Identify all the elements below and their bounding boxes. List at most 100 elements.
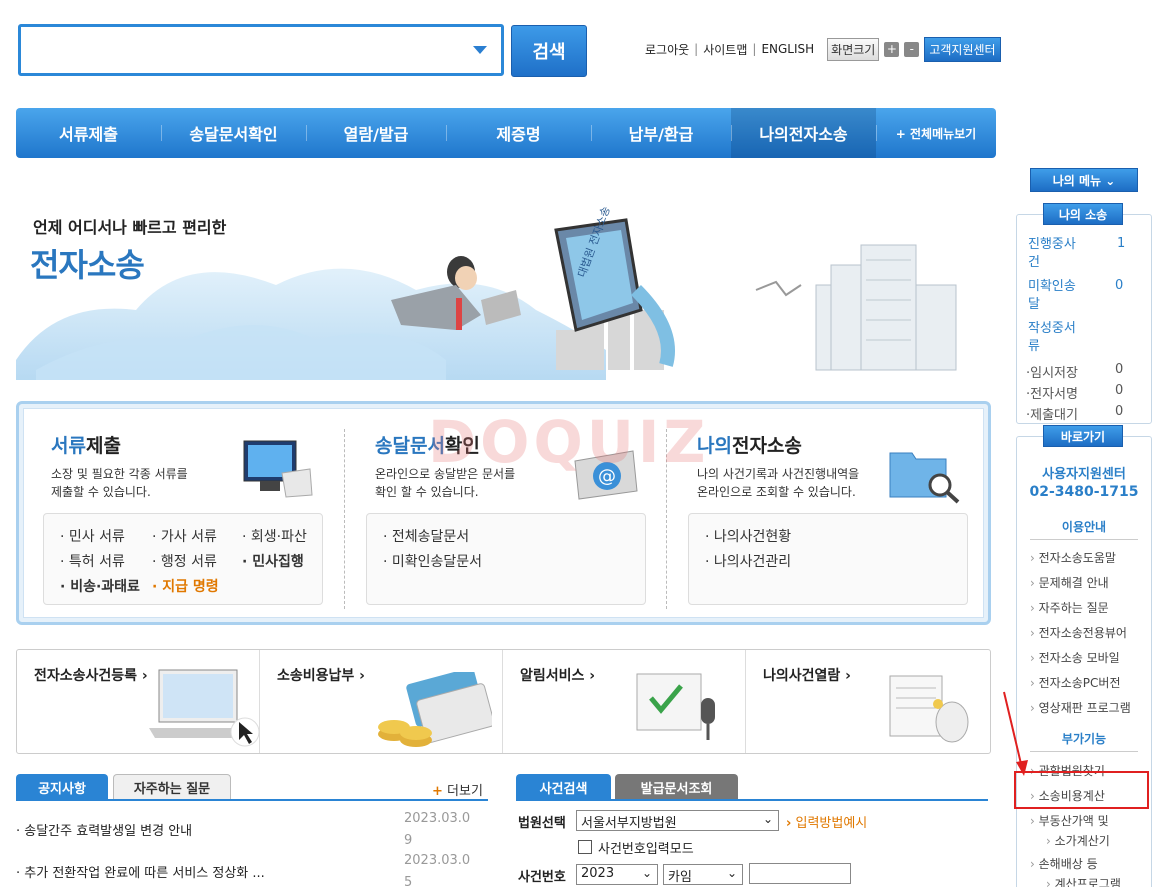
count-e-signature-value: 0 bbox=[1115, 383, 1124, 398]
service-document-submit[interactable]: 서류제출 소장 및 필요한 각종 서류를 제출할 수 있습니다. · 민사 서류… bbox=[24, 409, 345, 617]
quick-label: 전자소송사건등록 › bbox=[34, 668, 148, 684]
link-patent[interactable]: · 특허 서류 bbox=[60, 551, 125, 571]
search-input[interactable] bbox=[18, 24, 504, 76]
link-damages[interactable]: 손해배상 등 bbox=[1030, 854, 1098, 874]
service-my-ecourt[interactable]: 나의전자소송 나의 사건기록과 사건진행내역을 온라인으로 조회할 수 있습니다… bbox=[667, 409, 988, 617]
screen-size-label: 화면크기 bbox=[827, 37, 880, 61]
tab-issued-doc[interactable]: 발급문서조회 bbox=[615, 774, 738, 800]
link-civil[interactable]: · 민사 서류 bbox=[60, 526, 125, 546]
link-pc-version[interactable]: 전자소송PC버전 bbox=[1030, 673, 1121, 693]
watermark: DOQUIZ bbox=[428, 408, 710, 476]
tab-case-search[interactable]: 사건검색 bbox=[516, 774, 611, 800]
search-button[interactable]: 검색 bbox=[511, 25, 587, 77]
guide-heading: 이용안내 bbox=[1030, 518, 1138, 540]
count-temp-saved[interactable]: ·임시저장 bbox=[1026, 362, 1078, 381]
folder-search-icon bbox=[889, 452, 960, 504]
link-troubleshoot[interactable]: 문제해결 안내 bbox=[1030, 573, 1109, 593]
highlight-box bbox=[1014, 771, 1149, 809]
link-mobile[interactable]: 전자소송 모바일 bbox=[1030, 648, 1120, 668]
notice-row-title[interactable]: · 송달간주 효력발생일 변경 안내 bbox=[16, 820, 192, 839]
service-desc: 나의 사건기록과 사건진행내역을 온라인으로 조회할 수 있습니다. bbox=[697, 467, 860, 499]
page-root: 검색 로그아웃 | 사이트맵 | ENGLISH 화면크기 + - 고객지원센터… bbox=[0, 0, 1163, 887]
link-ecourt-help[interactable]: 전자소송도움말 bbox=[1030, 548, 1116, 568]
link-faq[interactable]: 자주하는 질문 bbox=[1030, 598, 1109, 618]
hero-title: 전자소송 bbox=[30, 246, 145, 284]
input-example-link[interactable]: › 입력방법예시 bbox=[786, 812, 867, 831]
main-nav: 서류제출 송달문서확인 열람/발급 제증명 납부/환급 나의전자소송 + 전체메… bbox=[16, 108, 996, 158]
dropdown-arrow-icon[interactable] bbox=[473, 46, 487, 54]
calendar-mic-icon bbox=[636, 673, 715, 740]
quick-menu: 전자소송사건등록 › 소송비용납부 › 알림서비스 › 나의사건열람 › bbox=[16, 649, 991, 754]
service-desc: 소장 및 필요한 각종 서류를 제출할 수 있습니다. bbox=[51, 467, 188, 499]
case-number-mode-checkbox[interactable] bbox=[578, 840, 592, 854]
link-all-documents[interactable]: · 전체송달문서 bbox=[383, 526, 469, 546]
nav-all-menu[interactable]: + 전체메뉴보기 bbox=[876, 108, 996, 158]
case-type-select[interactable]: 카임 ⌄ bbox=[663, 864, 743, 885]
link-property-value[interactable]: 부동산가액 및 bbox=[1030, 811, 1109, 831]
nav-item-view-issue[interactable]: 열람/발급 bbox=[306, 108, 446, 158]
quick-label: 알림서비스 › bbox=[520, 668, 596, 684]
nav-item-service-check[interactable]: 송달문서확인 bbox=[161, 108, 306, 158]
count-unread[interactable]: 미확인송 달 bbox=[1028, 278, 1076, 314]
document-mouse-icon bbox=[889, 675, 969, 743]
link-family[interactable]: · 가사 서류 bbox=[152, 526, 217, 546]
separator: | bbox=[752, 42, 757, 56]
count-in-progress[interactable]: 진행중사 건 bbox=[1028, 236, 1076, 272]
count-pending-submit[interactable]: ·제출대기 bbox=[1026, 404, 1078, 423]
count-unread-value[interactable]: 0 bbox=[1115, 278, 1123, 293]
tab-notice[interactable]: 공지사항 bbox=[16, 774, 108, 800]
count-temp-saved-value: 0 bbox=[1115, 362, 1124, 377]
chevron-down-icon: ⌄ bbox=[726, 866, 737, 880]
count-in-progress-value[interactable]: 1 bbox=[1117, 236, 1125, 251]
my-case-title: 나의 소송 bbox=[1043, 203, 1123, 225]
more-link[interactable]: + 더보기 bbox=[432, 780, 483, 799]
zoom-out-button[interactable]: - bbox=[904, 41, 920, 57]
link-noncontentious[interactable]: · 비송·과태료 bbox=[60, 576, 140, 596]
credit-card-coins-icon bbox=[378, 672, 492, 747]
case-underline bbox=[516, 799, 988, 801]
english-link[interactable]: ENGLISH bbox=[761, 42, 814, 56]
extra-heading: 부가기능 bbox=[1030, 730, 1138, 752]
notice-row-date: 2023.03.0 5 bbox=[404, 853, 471, 887]
link-video-trial[interactable]: 영상재판 프로그램 bbox=[1030, 698, 1131, 718]
zoom-in-button[interactable]: + bbox=[884, 41, 900, 57]
nav-item-document-submit[interactable]: 서류제출 bbox=[16, 108, 161, 158]
link-unread-documents[interactable]: · 미확인송달문서 bbox=[383, 551, 482, 571]
quick-case-view[interactable]: 나의사건열람 › bbox=[746, 650, 991, 753]
link-property-value-line2[interactable]: 소가계산기 bbox=[1046, 831, 1110, 851]
quick-label: 나의사건열람 › bbox=[763, 668, 851, 684]
link-my-case-status[interactable]: · 나의사건현황 bbox=[705, 526, 791, 546]
sitemap-link[interactable]: 사이트맵 bbox=[703, 41, 747, 58]
court-select[interactable]: 서울서부지방법원 ⌄ bbox=[576, 810, 779, 831]
link-bankruptcy[interactable]: · 회생·파산 bbox=[242, 526, 307, 546]
red-arrow-icon bbox=[1003, 691, 1028, 776]
year-select[interactable]: 2023 ⌄ bbox=[576, 864, 658, 885]
quick-notification[interactable]: 알림서비스 › bbox=[503, 650, 746, 753]
logout-link[interactable]: 로그아웃 bbox=[645, 41, 689, 58]
count-e-signature[interactable]: ·전자서명 bbox=[1026, 383, 1078, 402]
service-list: · 나의사건현황 · 나의사건관리 bbox=[688, 513, 968, 605]
link-viewer[interactable]: 전자소송전용뷰어 bbox=[1030, 623, 1127, 643]
nav-item-payment[interactable]: 납부/환급 bbox=[591, 108, 731, 158]
link-my-case-manage[interactable]: · 나의사건관리 bbox=[705, 551, 791, 571]
link-payment-order[interactable]: · 지급 명령 bbox=[152, 576, 219, 596]
my-menu-button[interactable]: 나의 메뉴 ⌄ bbox=[1030, 168, 1138, 192]
quick-fee-payment[interactable]: 소송비용납부 › bbox=[260, 650, 503, 753]
court-label: 법원선택 bbox=[518, 816, 566, 831]
notice-row-title[interactable]: · 추가 전환작업 완료에 따른 서비스 정상화 ... bbox=[16, 862, 265, 881]
link-enforcement[interactable]: · 민사집행 bbox=[242, 551, 304, 571]
case-number-input[interactable] bbox=[749, 863, 851, 884]
nav-item-my-ecourt[interactable]: 나의전자소송 bbox=[731, 108, 876, 158]
support-center-name: 사용자지원센터 bbox=[1042, 467, 1126, 482]
nav-item-certificate[interactable]: 제증명 bbox=[446, 108, 591, 158]
quick-case-register[interactable]: 전자소송사건등록 › bbox=[17, 650, 260, 753]
chevron-down-icon: ⌄ bbox=[641, 866, 652, 880]
link-damages-line2[interactable]: 계산프로그램 bbox=[1046, 874, 1121, 887]
separator: | bbox=[694, 42, 699, 56]
tab-faq[interactable]: 자주하는 질문 bbox=[113, 774, 231, 800]
support-center-button[interactable]: 고객지원센터 bbox=[924, 36, 1001, 62]
count-drafting[interactable]: 작성중서 류 bbox=[1028, 320, 1076, 356]
link-admin[interactable]: · 행정 서류 bbox=[152, 551, 217, 571]
count-pending-submit-value: 0 bbox=[1115, 404, 1124, 419]
quick-label: 소송비용납부 › bbox=[277, 668, 365, 684]
